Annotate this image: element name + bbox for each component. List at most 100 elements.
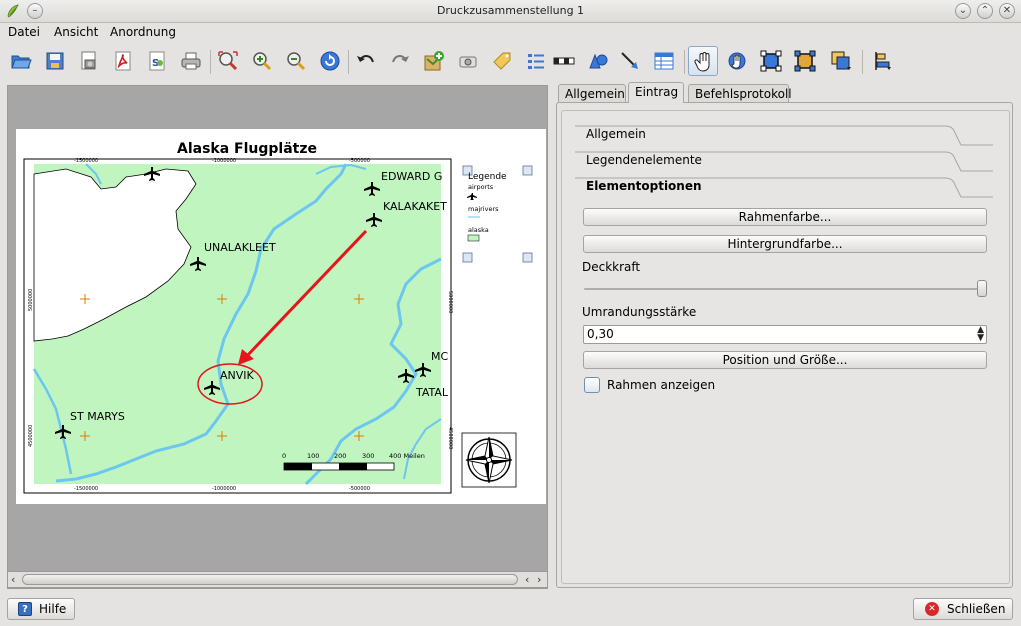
close-button[interactable]: ✕ Schließen (913, 598, 1013, 620)
show-frame-checkbox[interactable] (584, 377, 600, 393)
selection-handle[interactable] (462, 252, 473, 263)
scrollbar-thumb[interactable] (22, 574, 518, 585)
add-shape-button[interactable] (583, 46, 613, 76)
map-item[interactable]: -1500000 -1000000 -500000 -1500000 -1000… (23, 158, 453, 494)
help-button[interactable]: ? Hilfe (7, 598, 75, 620)
tab-item[interactable]: Eintrag (628, 82, 684, 103)
grid-label: 4500000 (28, 425, 34, 447)
composer-canvas[interactable]: Alaska Flugplätze -1500000 -1000000 -500… (7, 85, 548, 589)
section-item-options-label: Elementoptionen (586, 179, 702, 193)
add-map-icon (424, 51, 444, 71)
section-legend-elements-label: Legendenelemente (586, 153, 702, 167)
add-legend-button[interactable] (521, 46, 551, 76)
maximize-button[interactable]: ⌃ (977, 3, 993, 19)
scalebar-label: 200 (334, 452, 346, 460)
background-color-button[interactable]: Hintergrundfarbe... (583, 235, 987, 253)
grid-label: -1000000 (212, 486, 236, 492)
toolbar-separator (210, 50, 211, 74)
scroll-left-icon[interactable]: ‹ (11, 573, 15, 586)
add-table-button[interactable] (649, 46, 679, 76)
print-button[interactable] (176, 46, 206, 76)
position-size-button[interactable]: Position und Größe... (583, 351, 987, 369)
arrow-line-icon (621, 52, 638, 69)
ungroup-icon (794, 50, 816, 72)
selection-handle[interactable] (522, 252, 533, 263)
section-legend-elements[interactable]: Legendenelemente (575, 151, 993, 175)
paper-page: Alaska Flugplätze -1500000 -1000000 -500… (16, 129, 546, 504)
close-window-button[interactable]: ✕ (999, 3, 1015, 19)
scalebar-label: 300 (362, 452, 374, 460)
raise-lower-icon (831, 51, 851, 70)
save-template-button[interactable] (40, 46, 70, 76)
title-bar: – Druckzusammenstellung 1 ⌄ ⌃ ✕ (0, 0, 1021, 23)
legend-title: Legende (468, 172, 507, 182)
menu-file[interactable]: Datei (8, 25, 40, 39)
frame-color-button[interactable]: Rahmenfarbe... (583, 208, 987, 226)
raise-items-button[interactable] (826, 46, 856, 76)
menu-view[interactable]: Ansicht (54, 25, 98, 39)
export-svg-button[interactable]: S (142, 46, 172, 76)
open-template-button[interactable] (6, 46, 36, 76)
scroll-right-icon[interactable]: › (537, 573, 541, 586)
align-icon (875, 52, 891, 70)
place-label-anvik: ANVIK (220, 369, 255, 382)
section-general-label: Allgemein (586, 127, 646, 141)
spin-arrows-icon[interactable]: ▲ ▼ (977, 326, 984, 343)
minimize-button[interactable]: ⌄ (955, 3, 971, 19)
add-map-button[interactable] (419, 46, 449, 76)
grid-label: 5000000 (447, 291, 453, 313)
move-content-button[interactable] (722, 46, 752, 76)
toolbar-separator (862, 50, 863, 74)
place-label-mc: MC (431, 350, 448, 363)
section-general[interactable]: Allgemein (575, 125, 993, 149)
horizontal-scrollbar[interactable]: ‹ ‹ › (7, 571, 548, 588)
zoom-full-button[interactable] (213, 46, 243, 76)
zoom-in-button[interactable] (247, 46, 277, 76)
opacity-slider[interactable] (584, 288, 984, 290)
tab-command-history[interactable]: Befehlsprotokoll (688, 84, 792, 102)
legend-item[interactable]: Legende airports majrivers alaska (462, 165, 533, 263)
select-move-item-button[interactable] (688, 46, 718, 76)
place-label-st-marys: ST MARYS (70, 410, 125, 423)
pdf-icon (115, 51, 131, 71)
panel-splitter[interactable] (551, 200, 554, 270)
pan-globe-icon (728, 52, 746, 70)
add-arrow-button[interactable] (615, 46, 645, 76)
tab-general[interactable]: Allgemein (558, 84, 626, 102)
outline-width-label: Umrandungsstärke (582, 305, 697, 319)
toolbar-separator (684, 50, 685, 74)
ungroup-items-button[interactable] (790, 46, 820, 76)
grid-label: 4500000 (447, 427, 453, 449)
add-label-button[interactable] (487, 46, 517, 76)
export-pdf-button[interactable] (108, 46, 138, 76)
shape-icon (589, 53, 608, 69)
opacity-slider-handle[interactable] (977, 280, 987, 297)
north-arrow-item[interactable] (461, 432, 517, 488)
place-label-edward: EDWARD G (381, 170, 442, 183)
scroll-left-icon[interactable]: ‹ (525, 573, 529, 586)
map-title[interactable]: Alaska Flugplätze (177, 141, 317, 157)
window-title: Druckzusammenstellung 1 (436, 4, 585, 17)
zoom-out-button[interactable] (281, 46, 311, 76)
close-icon: ✕ (925, 602, 939, 616)
group-items-button[interactable] (756, 46, 786, 76)
align-items-button[interactable] (868, 46, 898, 76)
menu-bar: Datei Ansicht Anordnung (0, 22, 1021, 42)
toolbar-separator (348, 50, 349, 74)
add-scalebar-button[interactable] (549, 46, 579, 76)
section-item-options[interactable]: Elementoptionen (575, 177, 993, 201)
scalebar-icon (553, 57, 575, 65)
export-image-button[interactable] (74, 46, 104, 76)
outline-width-spinbox[interactable]: 0,30 ▲ ▼ (583, 325, 987, 344)
redo-button[interactable] (385, 46, 415, 76)
scalebar-label: 400 Meilen (389, 452, 425, 460)
place-label-unalakleet: UNALAKLEET (204, 241, 276, 254)
selection-handle[interactable] (522, 165, 533, 176)
menu-arrange[interactable]: Anordnung (110, 25, 176, 39)
legend-entry: alaska (468, 226, 489, 234)
undo-button[interactable] (351, 46, 381, 76)
svg-icon: S (149, 51, 165, 71)
scalebar-label: 0 (282, 452, 286, 460)
refresh-button[interactable] (315, 46, 345, 76)
add-image-button[interactable] (453, 46, 483, 76)
